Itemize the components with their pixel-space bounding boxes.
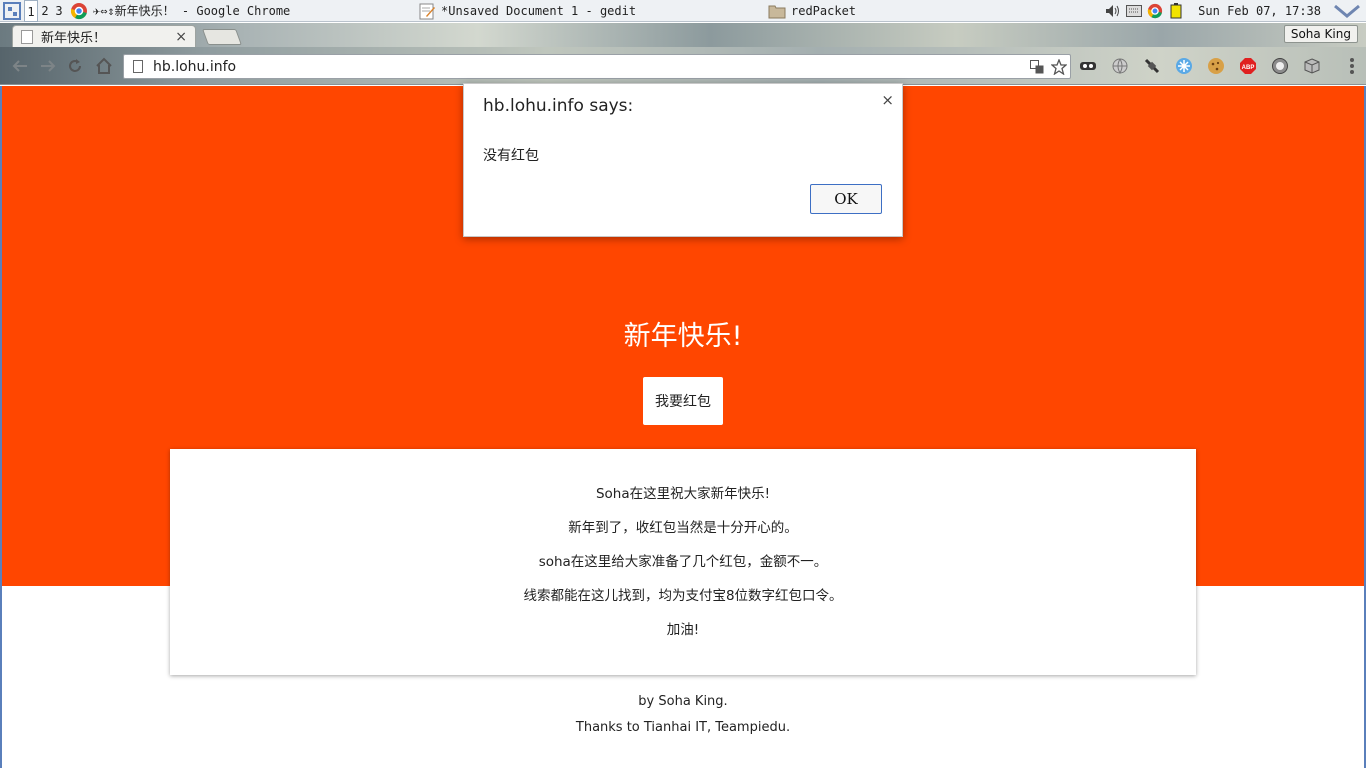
new-tab-button[interactable] (202, 29, 242, 45)
footer-thanks: Thanks to Tianhai IT, Teampiedu. (575, 720, 791, 735)
task-folder-label: redPacket (791, 3, 857, 18)
footer: by Soha King. Thanks to Tianhai IT, Team… (2, 693, 1364, 745)
panel-arrow-icon[interactable] (1334, 4, 1360, 18)
globe-extension-icon[interactable] (1110, 56, 1130, 76)
back-icon[interactable] (10, 56, 30, 76)
card-line: 新年到了，收红包当然是十分开心的。 (568, 520, 798, 536)
task-chrome-label: ✈⇔⇕新年快乐！ - Google Chrome (93, 4, 291, 18)
address-bar[interactable]: hb.lohu.info (123, 54, 1071, 79)
extensions: ABP (1078, 56, 1322, 76)
card-line: Soha在这里祝大家新年快乐! (595, 486, 771, 502)
tab-title: 新年快乐！ (41, 31, 107, 46)
desktop-logo-icon[interactable] (0, 0, 24, 22)
profile-button[interactable]: Soha King (1283, 25, 1358, 43)
volume-icon[interactable] (1104, 3, 1122, 19)
task-gedit[interactable]: *Unsaved Document 1 - gedit (414, 0, 764, 22)
dialog-title: hb.lohu.info says: (483, 96, 634, 116)
tab-favicon-icon (21, 29, 33, 44)
tab-close-icon[interactable]: × (175, 29, 187, 45)
svg-text:ABP: ABP (1242, 65, 1255, 71)
workspace-1[interactable]: 1 (24, 0, 38, 22)
chrome-icon (70, 2, 87, 19)
mask-extension-icon[interactable] (1078, 56, 1098, 76)
tab-active[interactable]: 新年快乐！ × (12, 25, 196, 47)
menu-icon[interactable] (1350, 58, 1354, 74)
task-folder[interactable]: redPacket (764, 0, 1104, 22)
dialog-close-icon[interactable]: × (881, 91, 894, 109)
workspace-3[interactable]: 3 (52, 0, 66, 22)
dialog-ok-button[interactable]: OK (810, 184, 882, 214)
page-icon (133, 60, 143, 73)
chrome-tray-icon[interactable] (1146, 3, 1164, 19)
card-line: 线索都能在这儿找到，均为支付宝8位数字红包口令。 (523, 588, 843, 604)
satellite-extension-icon[interactable] (1142, 56, 1162, 76)
folder-icon (768, 5, 786, 18)
cookie-extension-icon[interactable] (1206, 56, 1226, 76)
keyboard-icon[interactable] (1125, 3, 1143, 19)
star-icon[interactable] (1048, 58, 1070, 75)
workspace-2[interactable]: 2 (38, 0, 52, 22)
card-line: soha在这里给大家准备了几个红包，金额不一。 (538, 554, 828, 570)
forward-icon[interactable] (38, 56, 58, 76)
task-chrome[interactable]: ✈⇔⇕新年快乐！ - Google Chrome (66, 0, 414, 22)
system-tray: Sun Feb 07, 17:38 (1104, 0, 1366, 22)
home-icon[interactable] (94, 56, 114, 76)
message-card: Soha在这里祝大家新年快乐! 新年到了，收红包当然是十分开心的。 soha在这… (170, 449, 1196, 675)
footer-author: by Soha King. (638, 694, 728, 709)
circle-extension-icon[interactable] (1270, 56, 1290, 76)
snowflake-extension-icon[interactable] (1174, 56, 1194, 76)
adblock-icon[interactable]: ABP (1238, 56, 1258, 76)
clock[interactable]: Sun Feb 07, 17:38 (1198, 4, 1321, 18)
dialog-message: 没有红包 (483, 148, 539, 164)
task-gedit-label: *Unsaved Document 1 - gedit (441, 3, 637, 18)
tab-strip: 新年快乐！ × Soha King (0, 23, 1366, 47)
alert-dialog: hb.lohu.info says: × 没有红包 OK (463, 83, 903, 237)
url-text[interactable]: hb.lohu.info (153, 59, 1026, 75)
translate-icon[interactable] (1026, 59, 1048, 74)
system-panel: 1 2 3 ✈⇔⇕新年快乐！ - Google Chrome *Unsaved … (0, 0, 1366, 22)
browser-toolbar: hb.lohu.info ABP (0, 47, 1366, 85)
battery-icon[interactable] (1167, 2, 1185, 19)
cube-extension-icon[interactable] (1302, 56, 1322, 76)
card-line: 加油! (666, 622, 700, 638)
get-hongbao-button[interactable]: 我要红包 (643, 377, 723, 425)
hero-title: 新年快乐! (623, 321, 743, 352)
reload-icon[interactable] (65, 56, 85, 76)
gedit-icon (419, 3, 435, 19)
